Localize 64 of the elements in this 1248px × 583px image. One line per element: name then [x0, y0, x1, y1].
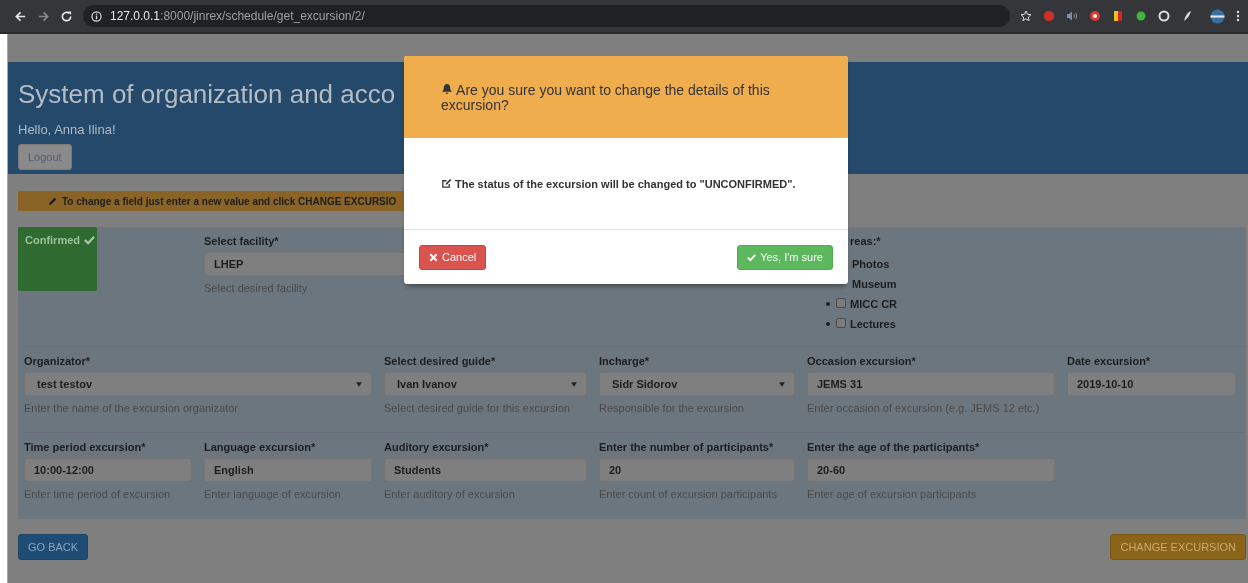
circle-icon[interactable]: [1089, 10, 1101, 22]
input-field[interactable]: Students: [384, 458, 587, 482]
field-label: Select desired guide*: [384, 355, 497, 367]
reload-icon[interactable]: [60, 9, 73, 23]
globe-icon[interactable]: [1210, 8, 1225, 24]
field-label: Auditory excursion*: [384, 441, 490, 453]
checkbox-label: Museum: [852, 278, 897, 290]
change-excursion-button[interactable]: CHANGE EXCURSION: [1110, 534, 1246, 560]
pencil-icon: [48, 196, 58, 206]
caret-icon: [356, 381, 362, 387]
input-field[interactable]: 2019-10-10: [1067, 372, 1236, 396]
field-label: Incharge*: [599, 355, 651, 367]
bullet-dot: [826, 302, 830, 306]
input-field[interactable]: 20: [599, 458, 795, 482]
field-label: Date excursion*: [1067, 355, 1152, 367]
star-icon[interactable]: [1020, 10, 1032, 22]
input-field[interactable]: 20-60: [807, 458, 1055, 482]
field-label: Select facility*: [204, 235, 280, 247]
checkbox[interactable]: [836, 317, 846, 328]
field-label: Time period excursion*: [24, 441, 147, 453]
select-field[interactable]: Sidr Sidorov: [599, 372, 795, 396]
go-back-button[interactable]: GO BACK: [18, 534, 89, 560]
field-label: reas:*: [849, 235, 882, 247]
select-field[interactable]: test testov: [24, 372, 372, 396]
forward-icon[interactable]: [37, 9, 50, 23]
bullet-dot: [826, 322, 830, 326]
confirm-button[interactable]: Yes, I'm sure: [737, 244, 833, 270]
caret-icon: [571, 381, 577, 387]
checkbox[interactable]: [836, 297, 846, 308]
input-field[interactable]: JEMS 31: [807, 372, 1055, 396]
ring-icon[interactable]: [1158, 10, 1170, 22]
dialog-title: Are you sure you want to change the details of this excursion?: [441, 83, 771, 113]
field-label: Occasion excursion*: [807, 355, 917, 367]
page-title: System of organization and acco: [18, 78, 396, 110]
address-bar[interactable]: 127.0.0.1:8000/jinrex/schedule/get_excursion/2/: [83, 5, 1010, 27]
greeting-text: Hello, Anna Ilina!: [18, 122, 117, 137]
input-field[interactable]: English: [204, 458, 372, 482]
url-text: 127.0.0.1:8000/jinrex/schedule/get_excursion/2/: [110, 9, 365, 23]
close-icon: [429, 252, 438, 262]
caret-icon: [779, 381, 785, 387]
checkbox-label: Photos: [852, 258, 890, 270]
edit-icon: [441, 178, 452, 189]
select-field[interactable]: Ivan Ivanov: [384, 372, 587, 396]
dialog-message: The status of the excursion will be changed to "UNCONFIRMED".: [455, 177, 796, 190]
menu-icon[interactable]: [1236, 10, 1240, 22]
field-label: Organizator*: [24, 355, 91, 367]
flag-icon[interactable]: [1112, 10, 1124, 22]
input-field[interactable]: 10:00-12:00: [24, 458, 192, 482]
field-label: Enter the age of the participants*: [807, 441, 981, 453]
check-icon: [747, 252, 757, 262]
cancel-button[interactable]: Cancel: [419, 244, 487, 270]
status-text: Confirmed: [25, 234, 80, 246]
back-icon[interactable]: [14, 9, 27, 23]
field-label: Language excursion*: [204, 441, 317, 453]
checkbox-label: Lectures: [850, 318, 896, 330]
field-label: Enter the number of participants*: [599, 441, 775, 453]
check-icon: [84, 235, 95, 245]
dot-icon[interactable]: [1135, 10, 1147, 22]
info-icon: [91, 10, 102, 22]
bell-icon: [441, 83, 453, 95]
feather-icon[interactable]: [1181, 10, 1193, 22]
notice-text: To change a field just enter a new value and click CHANGE EXCURSIO: [62, 195, 397, 207]
speaker-icon[interactable]: [1066, 10, 1078, 22]
checkbox-label: MICC CR: [850, 298, 898, 310]
